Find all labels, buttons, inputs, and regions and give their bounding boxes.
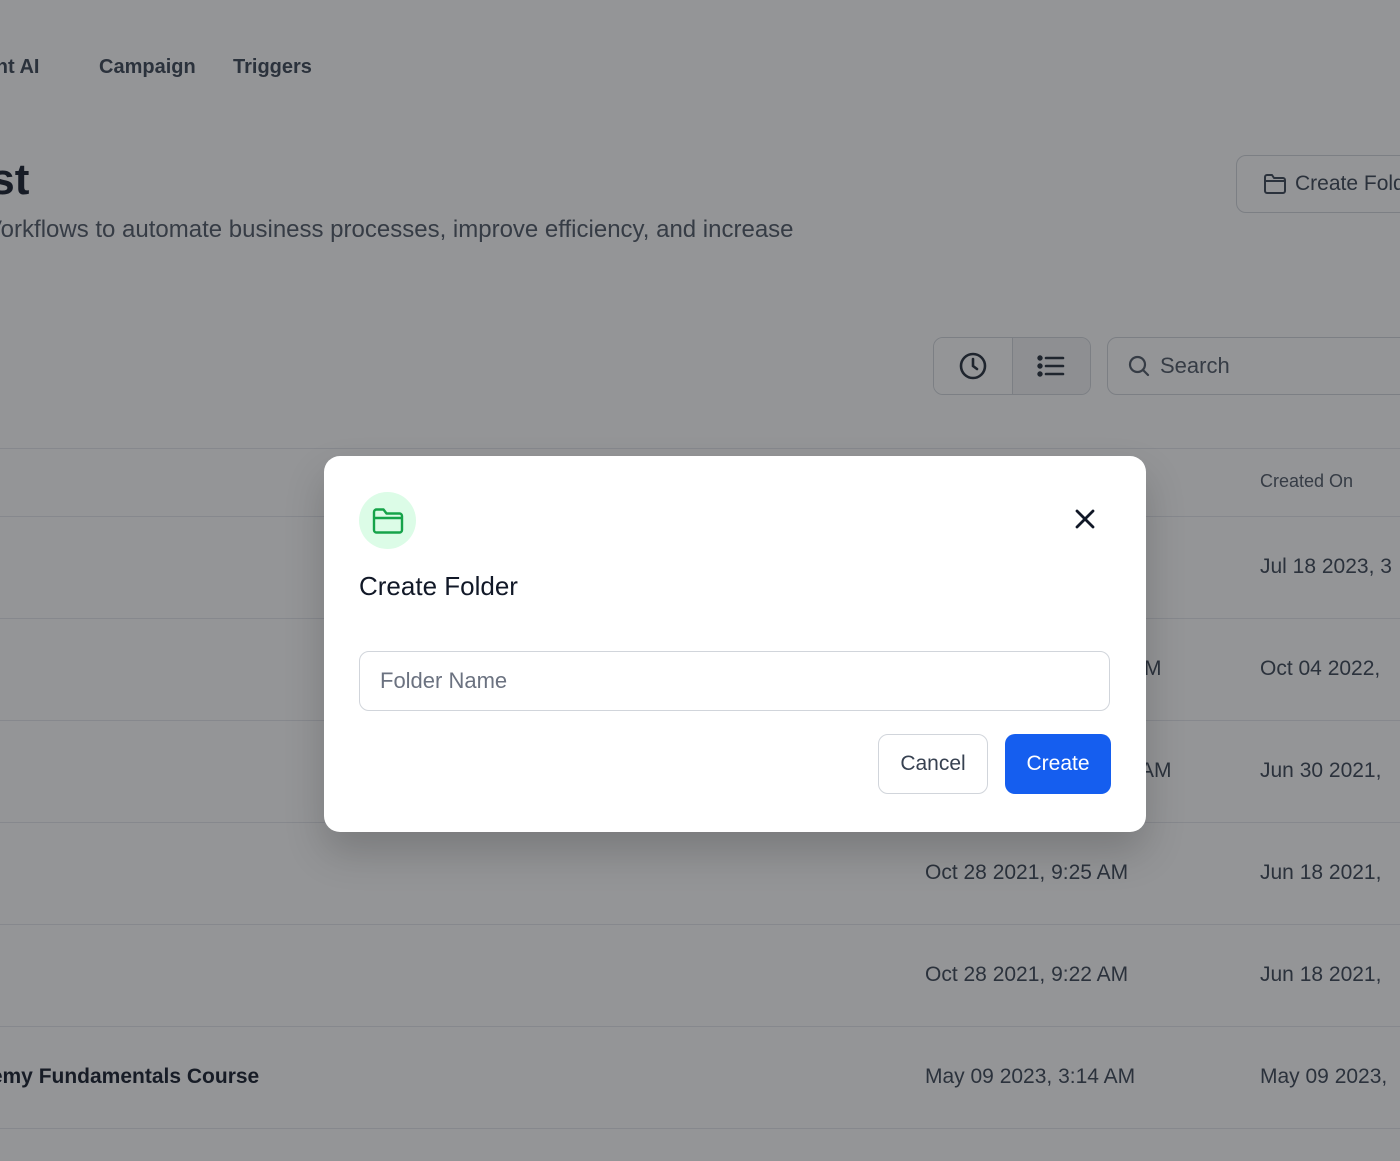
folder-icon	[372, 507, 403, 534]
close-button[interactable]	[1068, 502, 1102, 536]
dialog-title: Create Folder	[359, 571, 518, 601]
create-button[interactable]: Create	[1005, 734, 1111, 794]
cancel-button[interactable]: Cancel	[878, 734, 988, 794]
folder-icon-badge	[359, 492, 416, 549]
folder-name-input[interactable]	[359, 651, 1110, 711]
create-folder-dialog: Create Folder Cancel Create	[324, 456, 1146, 832]
close-icon	[1075, 509, 1095, 529]
workflow-list-page: tent AI Campaign Triggers ist Vorkflows …	[0, 0, 1400, 1161]
